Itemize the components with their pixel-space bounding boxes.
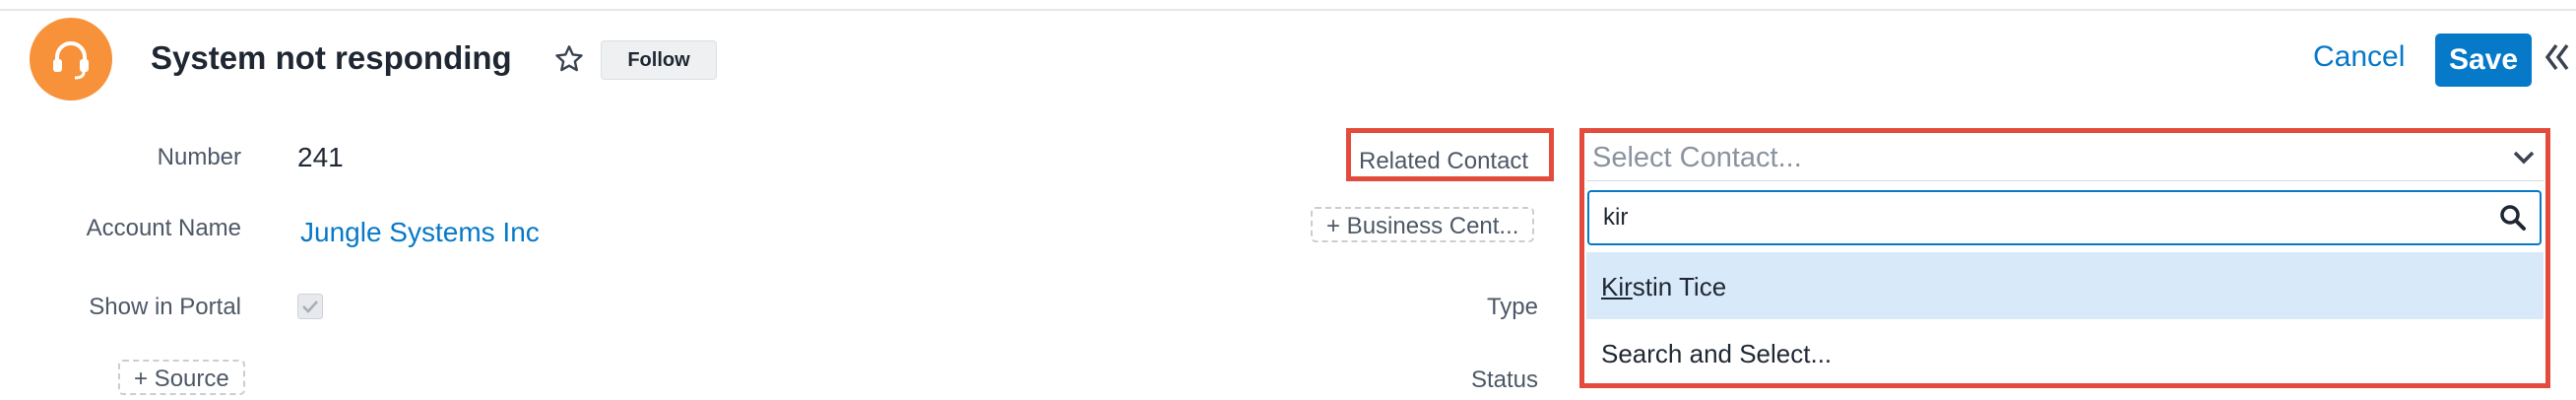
contact-option-highlighted[interactable]: [1586, 252, 2544, 319]
star-icon[interactable]: [553, 43, 585, 75]
headset-icon: [53, 41, 89, 80]
account-name-label: Account Name: [86, 215, 241, 241]
status-label: Status: [1470, 367, 1538, 393]
save-button[interactable]: Save: [2435, 33, 2532, 87]
type-label: Type: [1486, 294, 1538, 320]
contact-search-input[interactable]: [1587, 190, 2542, 245]
show-in-portal-label: Show in Portal: [89, 294, 241, 320]
number-label: Number: [157, 144, 241, 170]
number-value: 241: [297, 142, 344, 172]
search-icon: [2500, 205, 2526, 231]
option-rest-text: stin Tice: [1632, 272, 1727, 301]
add-business-center-button[interactable]: + Business Cent...: [1311, 207, 1535, 242]
record-title: System not responding: [151, 39, 512, 76]
add-source-button[interactable]: + Source: [118, 360, 245, 395]
show-in-portal-checkbox[interactable]: [297, 294, 323, 319]
related-contact-label: Related Contact: [1359, 148, 1529, 174]
follow-button[interactable]: Follow: [601, 40, 717, 80]
cancel-button[interactable]: Cancel: [2313, 40, 2405, 74]
contact-option-search-and-select[interactable]: Search and Select...: [1601, 339, 1832, 369]
check-icon: [302, 300, 318, 313]
contact-option-kirstin-tice[interactable]: Kirstin Tice: [1601, 272, 1726, 302]
account-name-link[interactable]: Jungle Systems Inc: [300, 217, 540, 248]
contact-search-value: kir: [1603, 204, 1629, 231]
collapse-icon[interactable]: [2544, 37, 2570, 77]
chevron-down-icon[interactable]: [2511, 148, 2537, 167]
contact-select-placeholder: Select Contact...: [1592, 142, 1802, 173]
option-match-text: Kir: [1601, 272, 1633, 301]
top-divider: [0, 0, 2576, 11]
case-avatar: [30, 18, 112, 100]
